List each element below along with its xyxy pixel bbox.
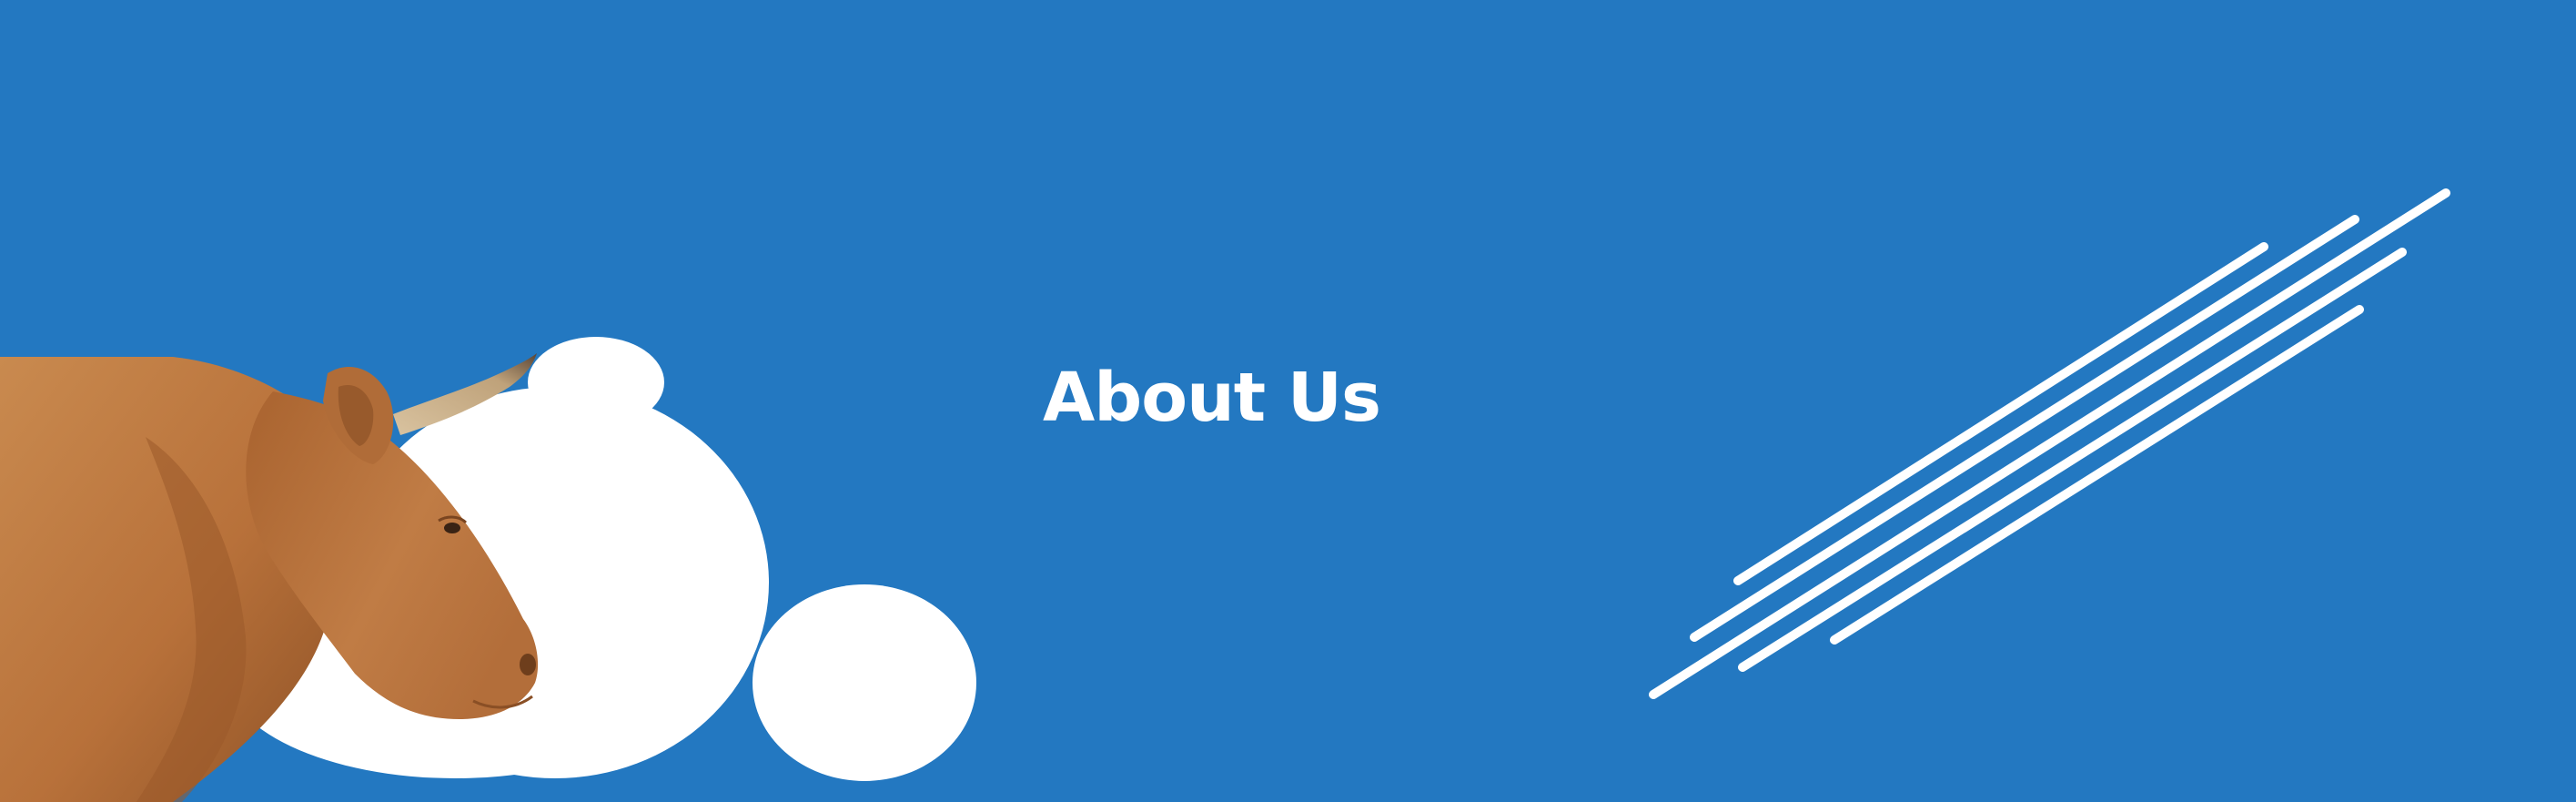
about-hero-banner: About Us: [0, 0, 2576, 802]
diagonal-lines-decoration: [1649, 188, 2450, 699]
page-title: About Us: [1043, 359, 1381, 437]
